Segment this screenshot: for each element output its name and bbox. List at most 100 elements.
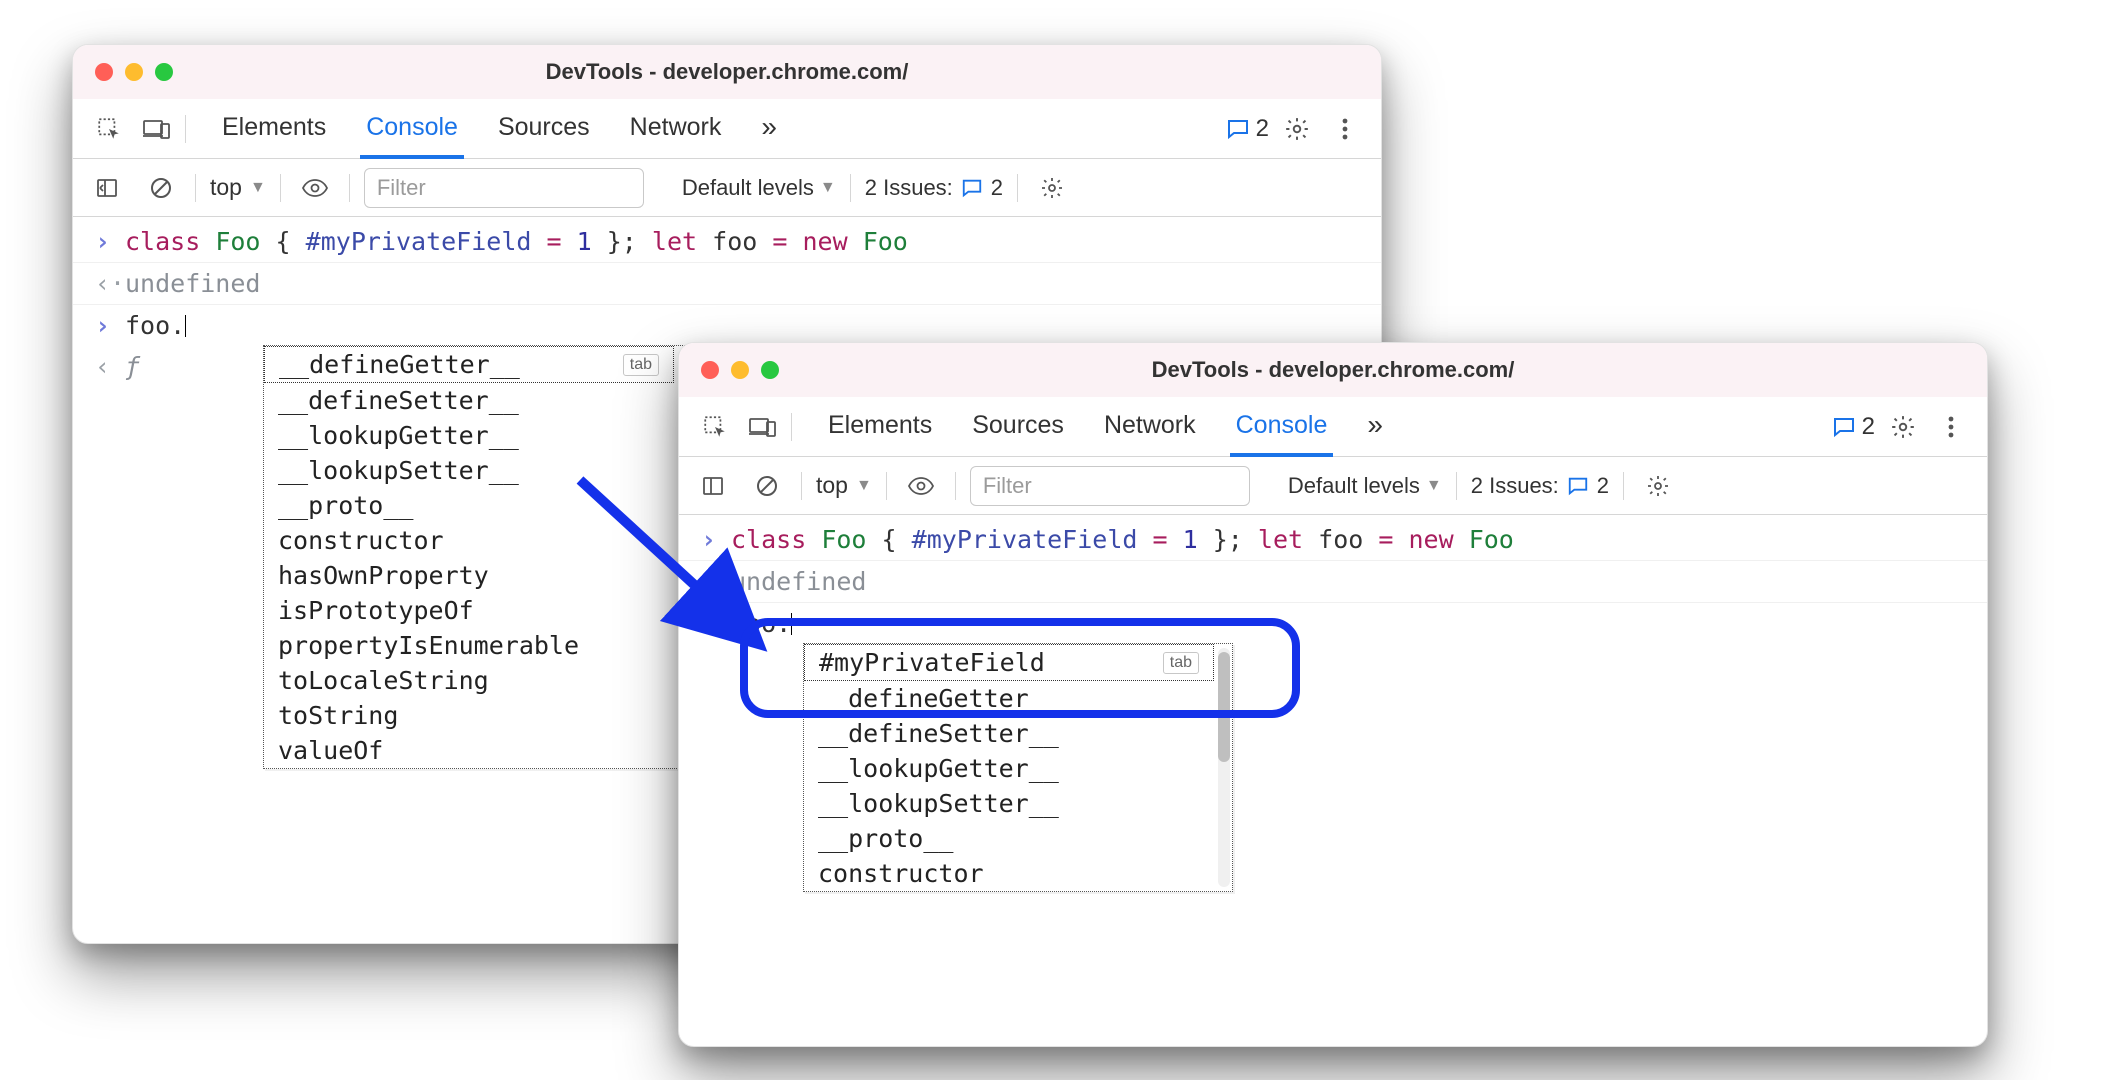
issues-indicator[interactable]: 2 Issues: 2 [865,175,1003,201]
autocomplete-option[interactable]: toLocaleString [264,663,674,698]
divider [801,472,802,500]
execution-context-selector[interactable]: top ▼ [210,174,266,201]
autocomplete-option[interactable]: __proto__ [264,488,674,523]
autocomplete-option[interactable]: __defineGetter__ tab [264,346,674,383]
chevron-down-icon: ▼ [1426,477,1442,495]
settings-icon[interactable] [1883,407,1923,447]
autocomplete-option[interactable]: constructor [264,523,674,558]
feedback-button[interactable]: 2 [1832,413,1875,441]
chevron-down-icon: ▼ [820,179,836,197]
execution-context-selector[interactable]: top ▼ [816,472,872,499]
prompt-in-icon: › [701,609,717,638]
prompt-in-icon: › [95,227,111,256]
settings-icon[interactable] [1277,109,1317,149]
zoom-window-button[interactable] [761,361,779,379]
console-settings-icon[interactable] [1032,168,1072,208]
prompt-in-icon: › [701,525,717,554]
autocomplete-option[interactable]: valueOf [264,733,674,768]
inspect-icon[interactable] [89,109,129,149]
prompt-in-icon: › [95,311,111,340]
autocomplete-option[interactable]: __defineSetter__ [804,716,1214,751]
toggle-sidebar-icon[interactable] [87,168,127,208]
tabs-overflow[interactable]: » [1361,395,1389,459]
close-window-button[interactable] [701,361,719,379]
window-title: DevTools - developer.chrome.com/ [73,59,1381,85]
live-expression-icon[interactable] [295,168,335,208]
devtools-window-after: DevTools - developer.chrome.com/ Element… [678,342,1988,1047]
scrollbar-thumb[interactable] [1218,652,1230,762]
tab-network[interactable]: Network [1098,397,1202,456]
filter-input[interactable] [970,466,1250,506]
console-input-line: › class Foo { #myPrivateField = 1 }; let… [73,221,1381,263]
zoom-window-button[interactable] [155,63,173,81]
tabs-overflow[interactable]: » [755,97,783,161]
divider [185,115,186,143]
feedback-count: 2 [1862,413,1875,441]
more-icon[interactable] [1931,407,1971,447]
divider [1623,472,1624,500]
divider [850,174,851,202]
live-expression-icon[interactable] [901,466,941,506]
scrollbar[interactable] [1218,648,1230,887]
clear-console-icon[interactable] [747,466,787,506]
console-output: › class Foo { #myPrivateField = 1 }; let… [679,515,1987,644]
close-window-button[interactable] [95,63,113,81]
autocomplete-option[interactable]: __lookupSetter__ [804,786,1214,821]
eager-result-glyph: ƒ [125,352,140,381]
console-input-line-current[interactable]: › foo. [73,305,1381,346]
context-label: top [816,472,848,499]
tab-hint: tab [1163,652,1199,674]
clear-console-icon[interactable] [141,168,181,208]
tab-console[interactable]: Console [360,99,464,158]
tab-elements[interactable]: Elements [216,99,332,158]
autocomplete-option-private-field[interactable]: #myPrivateField tab [804,644,1214,681]
undefined-result: undefined [125,269,260,298]
autocomplete-option[interactable]: hasOwnProperty [264,558,674,593]
code-input[interactable]: foo. [731,609,792,638]
divider [955,472,956,500]
autocomplete-option[interactable]: isPrototypeOf [264,593,674,628]
tab-sources[interactable]: Sources [966,397,1070,456]
more-icon[interactable] [1325,109,1365,149]
divider [1456,472,1457,500]
tab-console[interactable]: Console [1230,397,1334,456]
autocomplete-option[interactable]: __proto__ [804,821,1214,856]
undefined-result: undefined [731,567,866,596]
code-line: class Foo { #myPrivateField = 1 }; let f… [731,525,1514,554]
divider [1017,174,1018,202]
chevron-down-icon: ▼ [250,179,266,197]
inspect-icon[interactable] [695,407,735,447]
autocomplete-option[interactable]: __defineSetter__ [264,383,674,418]
tab-network[interactable]: Network [624,99,728,158]
prompt-out-icon: ‹ [95,352,111,381]
autocomplete-option[interactable]: propertyIsEnumerable [264,628,674,663]
feedback-count: 2 [1256,115,1269,143]
autocomplete-option[interactable]: __defineGetter__ [804,681,1214,716]
traffic-lights [679,361,779,379]
autocomplete-option[interactable]: constructor [804,856,1214,891]
devtools-tabbar: Elements Sources Network Console » 2 [679,397,1987,457]
toggle-sidebar-icon[interactable] [693,466,733,506]
prompt-out-icon: ‹· [95,269,111,298]
feedback-button[interactable]: 2 [1226,115,1269,143]
log-levels-selector[interactable]: Default levels ▼ [682,175,836,201]
tab-elements[interactable]: Elements [822,397,938,456]
autocomplete-option[interactable]: __lookupGetter__ [804,751,1214,786]
log-levels-selector[interactable]: Default levels ▼ [1288,473,1442,499]
context-label: top [210,174,242,201]
autocomplete-option[interactable]: toString [264,698,674,733]
autocomplete-option[interactable]: __lookupGetter__ [264,418,674,453]
console-output-line: ‹· undefined [73,263,1381,305]
autocomplete-option[interactable]: __lookupSetter__ [264,453,674,488]
console-input-line-current[interactable]: › foo. [679,603,1987,644]
device-toolbar-icon[interactable] [137,109,177,149]
filter-input[interactable] [364,168,644,208]
minimize-window-button[interactable] [731,361,749,379]
device-toolbar-icon[interactable] [743,407,783,447]
minimize-window-button[interactable] [125,63,143,81]
issues-indicator[interactable]: 2 Issues: 2 [1471,473,1609,499]
code-input[interactable]: foo. [125,311,186,340]
chevron-down-icon: ▼ [856,477,872,495]
console-settings-icon[interactable] [1638,466,1678,506]
tab-sources[interactable]: Sources [492,99,596,158]
